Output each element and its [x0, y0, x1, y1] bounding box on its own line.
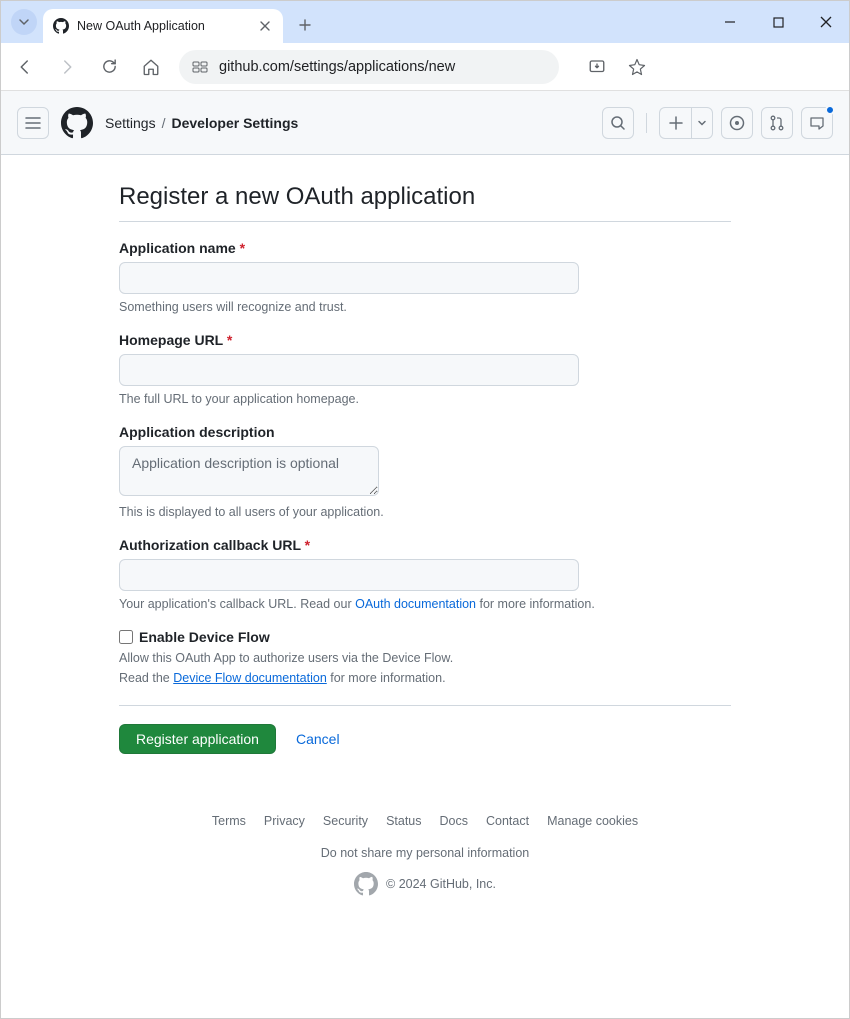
github-logo[interactable]	[61, 107, 93, 139]
issues-button[interactable]	[721, 107, 753, 139]
github-favicon	[53, 18, 69, 34]
bookmark-icon[interactable]	[623, 53, 651, 81]
footer-link-status[interactable]: Status	[386, 814, 421, 828]
install-app-icon[interactable]	[583, 53, 611, 81]
callback-url-input[interactable]	[119, 559, 579, 591]
required-indicator: *	[227, 332, 232, 348]
description-label: Application description	[119, 424, 731, 440]
register-application-button[interactable]: Register application	[119, 724, 276, 754]
footer-link-cookies[interactable]: Manage cookies	[547, 814, 638, 828]
header-divider	[646, 113, 647, 133]
close-tab-icon[interactable]	[257, 18, 273, 34]
footer-link-donotshare[interactable]: Do not share my personal information	[321, 846, 529, 860]
footer-link-security[interactable]: Security	[323, 814, 368, 828]
tab-title: New OAuth Application	[77, 19, 249, 33]
page-title: Register a new OAuth application	[119, 183, 731, 222]
footer-link-terms[interactable]: Terms	[212, 814, 246, 828]
plus-icon	[659, 107, 691, 139]
browser-toolbar: github.com/settings/applications/new	[1, 43, 849, 91]
reload-button[interactable]	[95, 53, 123, 81]
github-logo-footer[interactable]	[354, 872, 378, 896]
homepage-url-help: The full URL to your application homepag…	[119, 392, 731, 406]
close-window-icon[interactable]	[811, 7, 841, 37]
pull-requests-button[interactable]	[761, 107, 793, 139]
address-bar[interactable]: github.com/settings/applications/new	[179, 50, 559, 84]
forward-button[interactable]	[53, 53, 81, 81]
minimize-window-icon[interactable]	[715, 7, 745, 37]
url-text: github.com/settings/applications/new	[219, 59, 455, 75]
oauth-documentation-link[interactable]: OAuth documentation	[355, 597, 476, 611]
footer-copyright: © 2024 GitHub, Inc.	[386, 877, 496, 891]
breadcrumb-separator: /	[162, 115, 166, 131]
breadcrumb-settings[interactable]: Settings	[105, 115, 156, 131]
device-flow-checkbox[interactable]	[119, 630, 133, 644]
github-header: Settings / Developer Settings	[1, 91, 849, 155]
device-flow-label: Enable Device Flow	[139, 629, 270, 645]
footer-links: Terms Privacy Security Status Docs Conta…	[119, 814, 731, 860]
hamburger-menu-button[interactable]	[17, 107, 49, 139]
breadcrumb: Settings / Developer Settings	[105, 115, 298, 131]
back-button[interactable]	[11, 53, 39, 81]
maximize-window-icon[interactable]	[763, 7, 793, 37]
notification-dot	[825, 105, 835, 115]
notifications-button[interactable]	[801, 107, 833, 139]
required-indicator: *	[305, 537, 310, 553]
home-button[interactable]	[137, 53, 165, 81]
cancel-button[interactable]: Cancel	[296, 731, 340, 747]
description-help: This is displayed to all users of your a…	[119, 505, 731, 519]
site-info-icon[interactable]	[191, 58, 209, 76]
device-flow-documentation-link[interactable]: Device Flow documentation	[173, 671, 327, 685]
browser-tab-strip: New OAuth Application	[1, 1, 849, 43]
callback-url-label: Authorization callback URL *	[119, 537, 731, 553]
footer: Terms Privacy Security Status Docs Conta…	[119, 814, 731, 896]
search-button[interactable]	[602, 107, 634, 139]
tab-search-button[interactable]	[11, 9, 37, 35]
footer-link-docs[interactable]: Docs	[440, 814, 468, 828]
breadcrumb-current: Developer Settings	[171, 115, 298, 131]
device-flow-help: Allow this OAuth App to authorize users …	[119, 651, 731, 665]
chevron-down-icon	[691, 107, 713, 139]
homepage-url-input[interactable]	[119, 354, 579, 386]
browser-tab[interactable]: New OAuth Application	[43, 9, 283, 43]
device-flow-read: Read the Device Flow documentation for m…	[119, 671, 731, 685]
footer-link-privacy[interactable]: Privacy	[264, 814, 305, 828]
main-content: Register a new OAuth application Applica…	[59, 155, 791, 896]
app-name-input[interactable]	[119, 262, 579, 294]
footer-link-contact[interactable]: Contact	[486, 814, 529, 828]
create-new-dropdown[interactable]	[659, 107, 713, 139]
homepage-url-label: Homepage URL *	[119, 332, 731, 348]
description-textarea[interactable]	[119, 446, 379, 496]
callback-url-help: Your application's callback URL. Read ou…	[119, 597, 731, 611]
required-indicator: *	[240, 240, 245, 256]
app-name-label: Application name *	[119, 240, 731, 256]
new-tab-button[interactable]	[291, 11, 319, 39]
app-name-help: Something users will recognize and trust…	[119, 300, 731, 314]
